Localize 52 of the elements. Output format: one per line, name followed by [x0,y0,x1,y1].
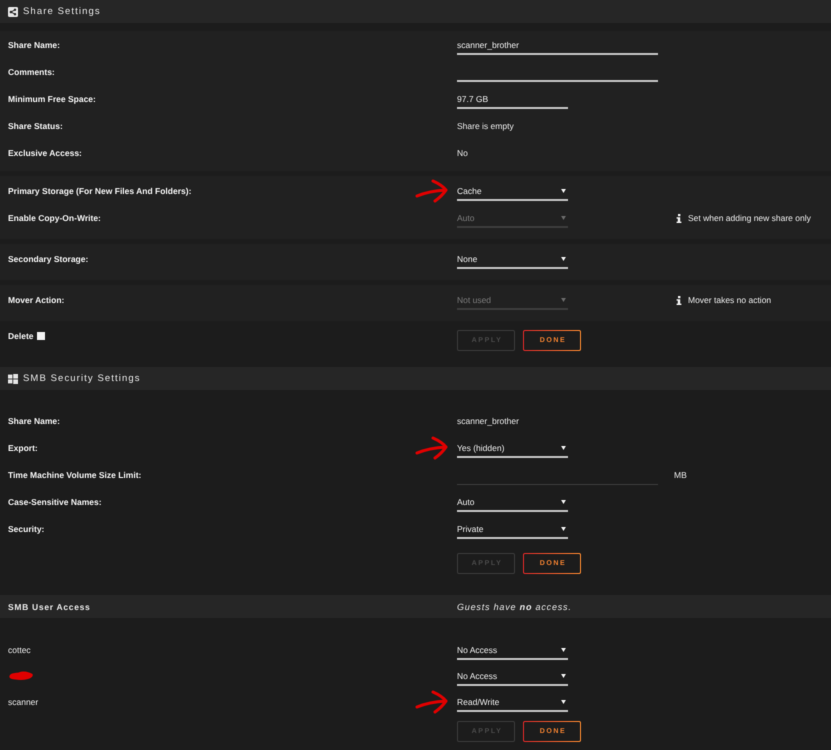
dropdown[interactable]: Private [457,523,568,539]
dropdown[interactable]: No Access [457,644,568,660]
caret-icon [561,700,566,704]
caret-icon [561,674,566,678]
value-text: Share is empty [457,120,514,132]
checkbox[interactable] [36,332,45,340]
dropdown[interactable]: Read/Write [457,696,568,712]
dropdown[interactable]: Yes (hidden) [457,442,568,458]
field-label: Secondary Storage: [7,253,90,265]
share-icon [8,6,18,16]
field-label: Case-Sensitive Names: [7,496,103,508]
caret-icon [561,648,566,652]
field-label: Export: [7,442,39,454]
dropdown[interactable]: No Access [457,670,568,686]
caret-icon [561,446,566,450]
user-name: cottec [8,645,31,655]
section-title: Share Settings [23,6,101,17]
field-label: Exclusive Access: [7,147,83,159]
text-field[interactable]: scanner_brother [457,39,658,55]
note-text: Mover takes no action [688,295,772,305]
info-icon [676,296,682,304]
caret-icon [561,298,566,302]
field-label: Share Status: [7,120,64,132]
unit-label: MB [674,469,687,481]
field-label: Security: [7,523,46,535]
dropdown[interactable]: None [457,253,568,269]
text-field[interactable]: 97.7 GB [457,93,568,109]
value-text: No [457,147,468,159]
caret-icon [561,189,566,193]
section-title: SMB Security Settings [23,373,141,384]
guest-access-note: Guests have no access. [457,602,572,612]
value-text: scanner_brother [457,415,519,427]
field-label: Primary Storage (For New Files And Folders): [7,185,192,197]
tiles-icon [8,374,18,384]
info-icon [676,214,682,222]
note-text: Set when adding new share only [688,213,811,223]
field-label: Share Name: [7,415,61,427]
field-label: Share Name: [7,39,61,51]
caret-icon [561,527,566,531]
dropdown[interactable]: Cache [457,185,568,201]
field-label: Minimum Free Space: [7,93,97,105]
caret-icon [561,257,566,261]
delete-label: Delete [7,330,34,342]
user-name: scanner [8,697,38,707]
caret-icon [561,500,566,504]
caret-icon [561,216,566,220]
field-label: Enable Copy-On-Write: [7,212,102,224]
dropdown[interactable]: Auto [457,496,568,512]
field-label: Comments: [7,66,56,78]
field-label: Time Machine Volume Size Limit: [7,469,142,481]
section-title: SMB User Access [8,602,92,612]
field-label: Mover Action: [7,294,66,306]
